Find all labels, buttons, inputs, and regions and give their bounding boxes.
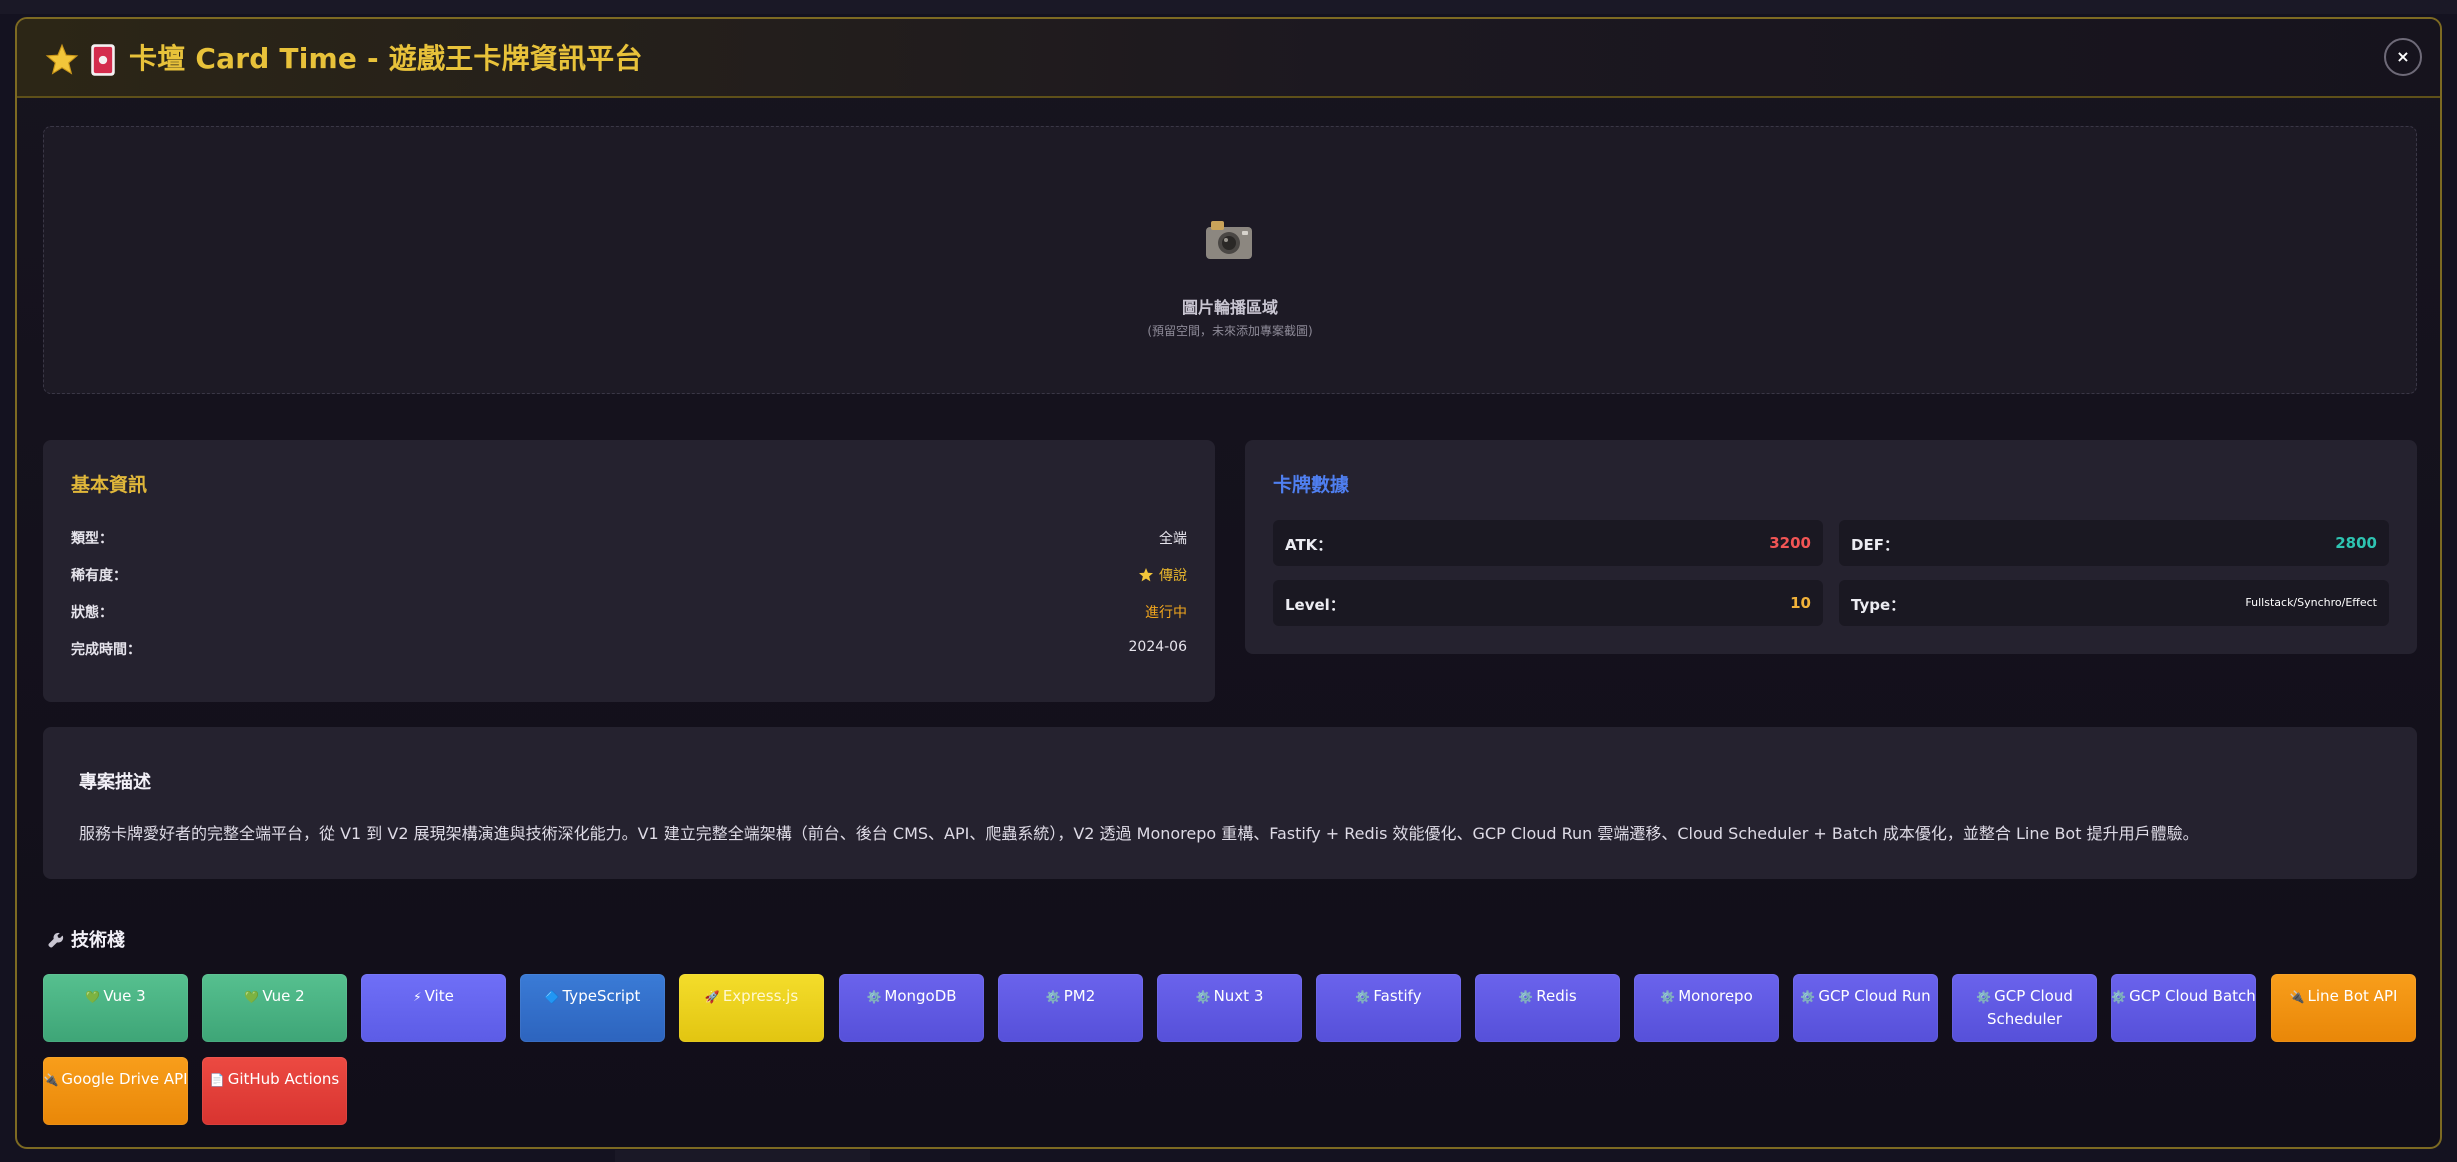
tech-tag-pm2: ⚙️ PM2	[998, 974, 1143, 1042]
tech-tag-gcp-cloud-scheduler: ⚙️ GCP Cloud Scheduler	[1952, 974, 2097, 1042]
info-value: 2024-06	[1128, 639, 1188, 655]
gear-icon: ⚙️	[1660, 990, 1676, 1004]
stat-value: 2800	[2335, 534, 2377, 552]
tech-tag-google-drive-api: 🔌 Google Drive API	[43, 1057, 188, 1125]
info-label: 完成時間：	[71, 642, 141, 658]
carousel-subtitle: (預留空間，未來添加專案截圖)	[1147, 324, 1313, 338]
stat-def: DEF： 2800	[1839, 520, 2389, 566]
tech-tag-label: GitHub Actions	[227, 1070, 340, 1088]
stat-label: ATK：	[1285, 536, 1333, 554]
stat-value: 3200	[1769, 534, 1811, 552]
stat-label: Level：	[1285, 596, 1345, 614]
tech-tag-label: Vite	[424, 987, 454, 1005]
heart-icon: 💚	[244, 990, 260, 1004]
tech-tag-label: Vue 2	[262, 987, 305, 1005]
info-value-rarity: 傳說	[1138, 565, 1187, 585]
tech-tag-label: Nuxt 3	[1213, 987, 1264, 1005]
wrench-icon	[48, 932, 64, 948]
tech-tag-gcp-cloud-run: ⚙️ GCP Cloud Run	[1793, 974, 1938, 1042]
tech-tag-label: TypeScript	[562, 987, 641, 1005]
tech-tag-label: Fastify	[1373, 987, 1422, 1005]
project-detail-modal: 卡壇 Card Time - 遊戲王卡牌資訊平台 × 圖片輪播區域 (預留空間，…	[15, 17, 2442, 1149]
stat-value: Fullstack/Synchro/Effect	[2245, 596, 2377, 609]
tech-tag-label: Google Drive API	[61, 1070, 188, 1088]
tech-tag-gcp-cloud-batch: ⚙️ GCP Cloud Batch	[2111, 974, 2256, 1042]
card-stats-title: 卡牌數據	[1273, 474, 1350, 496]
info-row-type: 類型： 全端	[71, 528, 1187, 550]
tech-tag-monorepo: ⚙️ Monorepo	[1634, 974, 1779, 1042]
tech-tag-github-actions: 📄 GitHub Actions	[202, 1057, 347, 1125]
document-icon: 📄	[209, 1073, 225, 1087]
stat-label: DEF：	[1851, 536, 1899, 554]
star-icon	[45, 43, 79, 75]
card-stats-panel: 卡牌數據 ATK： 3200 DEF： 2800 Level： 10 Type：…	[1245, 440, 2417, 654]
tech-tag-label: Monorepo	[1678, 987, 1753, 1005]
stat-atk: ATK： 3200	[1273, 520, 1823, 566]
tech-tag-label: Line Bot API	[2307, 987, 2398, 1005]
gear-icon: ⚙️	[1518, 990, 1534, 1004]
rarity-text: 傳說	[1159, 568, 1187, 584]
tech-tag-redis: ⚙️ Redis	[1475, 974, 1620, 1042]
gear-icon: ⚙️	[866, 990, 882, 1004]
info-label: 類型：	[71, 531, 113, 547]
info-row-completion: 完成時間： 2024-06	[71, 639, 1187, 661]
tech-tag-vue3: 💚 Vue 3	[43, 974, 188, 1042]
close-button[interactable]: ×	[2384, 38, 2422, 76]
tech-tag-label: GCP Cloud Run	[1818, 987, 1931, 1005]
tech-tag-vite: ⚡ Vite	[361, 974, 506, 1042]
modal-header: 卡壇 Card Time - 遊戲王卡牌資訊平台 ×	[17, 19, 2440, 98]
plug-icon: 🔌	[43, 1073, 59, 1087]
modal-title: 卡壇 Card Time - 遊戲王卡牌資訊平台	[129, 42, 643, 75]
info-row-rarity: 稀有度： 傳說	[71, 565, 1187, 587]
gear-icon: ⚙️	[2111, 990, 2127, 1004]
heart-icon: 💚	[85, 990, 101, 1004]
stat-type: Type： Fullstack/Synchro/Effect	[1839, 580, 2389, 626]
stat-level: Level： 10	[1273, 580, 1823, 626]
gear-icon: ⚙️	[1976, 990, 1992, 1004]
basic-info-title: 基本資訊	[71, 474, 148, 496]
tech-stack-header: 技術棧	[47, 926, 125, 952]
tech-tag-mongodb: ⚙️ MongoDB	[839, 974, 984, 1042]
tech-tag-line-bot-api: 🔌 Line Bot API	[2271, 974, 2416, 1042]
rocket-icon: 🚀	[704, 990, 720, 1004]
tech-tag-label: Redis	[1536, 987, 1577, 1005]
tech-tag-label: GCP Cloud Batch	[2129, 987, 2256, 1005]
tech-stack-title: 技術棧	[71, 930, 125, 951]
stat-value: 10	[1790, 594, 1811, 612]
tech-tag-label: PM2	[1063, 987, 1096, 1005]
image-carousel-placeholder: 圖片輪播區域 (預留空間，未來添加專案截圖)	[43, 126, 2417, 394]
star-icon	[1139, 568, 1153, 582]
playing-card-icon	[91, 44, 115, 76]
description-text: 服務卡牌愛好者的完整全端平台，從 V1 到 V2 展現架構演進與技術深化能力。V…	[79, 824, 2199, 843]
stat-label: Type：	[1851, 596, 1906, 614]
tech-tag-typescript: 🔷 TypeScript	[520, 974, 665, 1042]
info-label: 狀態：	[71, 605, 113, 621]
gear-icon: ⚙️	[1800, 990, 1816, 1004]
lightning-icon: ⚡	[413, 990, 422, 1004]
plug-icon: 🔌	[2289, 990, 2305, 1004]
tech-tag-label: Express.js	[722, 987, 799, 1005]
carousel-title: 圖片輪播區域	[1181, 298, 1278, 317]
info-row-status: 狀態： 進行中	[71, 602, 1187, 624]
tech-tag-label: MongoDB	[884, 987, 957, 1005]
info-label: 稀有度：	[71, 568, 127, 584]
status-badge: 進行中	[1145, 605, 1187, 621]
tech-tag-expressjs: 🚀 Express.js	[679, 974, 824, 1042]
camera-icon	[1206, 221, 1252, 259]
tech-tag-fastify: ⚙️ Fastify	[1316, 974, 1461, 1042]
gear-icon: ⚙️	[1045, 990, 1061, 1004]
basic-info-panel: 基本資訊 類型： 全端 稀有度： 傳說 狀態： 進行中 完成時間： 2024-0…	[43, 440, 1215, 702]
gear-icon: ⚙️	[1195, 990, 1211, 1004]
diamond-icon: 🔷	[544, 990, 560, 1004]
tech-tag-nuxt3: ⚙️ Nuxt 3	[1157, 974, 1302, 1042]
tech-tag-label: Vue 3	[103, 987, 146, 1005]
tech-tag-vue2: 💚 Vue 2	[202, 974, 347, 1042]
description-panel: 專案描述 服務卡牌愛好者的完整全端平台，從 V1 到 V2 展現架構演進與技術深…	[43, 727, 2417, 879]
tech-tag-label: GCP Cloud Scheduler	[1986, 987, 2073, 1028]
description-title: 專案描述	[79, 772, 151, 793]
info-value: 全端	[1159, 531, 1187, 547]
gear-icon: ⚙️	[1355, 990, 1371, 1004]
